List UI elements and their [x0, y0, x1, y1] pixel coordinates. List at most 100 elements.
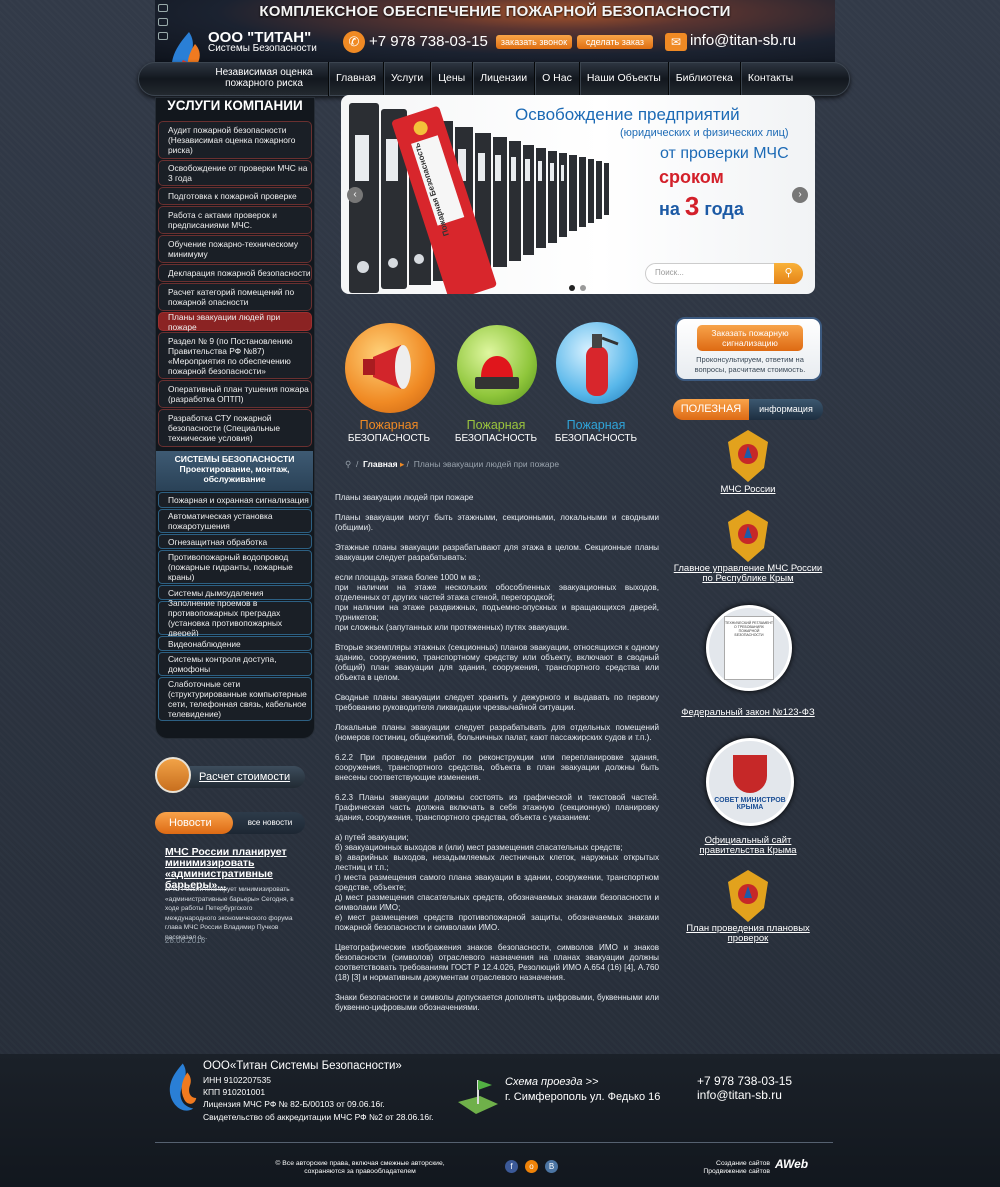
- article-paragraph: 6.2.3 Планы эвакуации должны состоять из…: [335, 793, 659, 822]
- footer-license: Лицензия МЧС РФ № 82-Б/00103 от 09.06.16…: [203, 1099, 385, 1109]
- nav-item-licenses[interactable]: Лицензии: [472, 62, 534, 96]
- sidebar-item-access-control[interactable]: Системы контроля доступа, домофоны: [158, 652, 312, 676]
- footer-developer: Создание сайтов Продвижение сайтов: [703, 1160, 770, 1175]
- nav-tagline[interactable]: Независимая оценка пожарного риска: [212, 67, 316, 89]
- slider-dot-active[interactable]: [569, 285, 575, 291]
- footer-address: г. Симферополь ул. Федько 16: [505, 1091, 661, 1103]
- article-paragraph: 6.2.2 При проведении работ по реконструк…: [335, 753, 659, 782]
- order-button[interactable]: сделать заказ: [577, 35, 653, 49]
- sidebar-heading: УСЛУГИ КОМПАНИИ: [167, 98, 303, 113]
- breadcrumb-home[interactable]: Главная: [363, 459, 398, 469]
- feature-title: Пожарная: [566, 418, 626, 432]
- footer-phone[interactable]: +7 978 738-03-15: [697, 1074, 792, 1088]
- phone-icon: ✆: [343, 31, 365, 53]
- email-icon: ✉: [665, 33, 687, 51]
- search-icon[interactable]: ⚲: [774, 263, 803, 284]
- link-mchs[interactable]: МЧС России: [673, 485, 823, 495]
- footer-directions-link[interactable]: Схема проезда >>: [505, 1076, 598, 1088]
- link-inspection-plan[interactable]: План проведения плановых проверок: [673, 924, 823, 944]
- link-mchs-crimea[interactable]: Главное управление МЧС России по Республ…: [673, 564, 823, 584]
- calc-cost-link[interactable]: Расчет стоимости: [185, 766, 305, 788]
- useful-label: ПОЛЕЗНАЯ: [673, 399, 749, 420]
- slider-prev-icon[interactable]: ‹: [347, 187, 363, 203]
- header-email[interactable]: info@titan-sb.ru: [690, 32, 796, 49]
- article-paragraph: Локальные планы эвакуации следует разраб…: [335, 723, 659, 742]
- footer: [0, 1054, 1000, 1187]
- sidebar-item-audit[interactable]: Аудит пожарной безопасности (Независимая…: [158, 121, 312, 159]
- article-paragraph: а) путей эвакуации; б) эвакуационных вых…: [335, 833, 659, 932]
- header-phone[interactable]: +7 978 738-03-15: [369, 33, 488, 50]
- article-paragraph: Знаки безопасности и символы допускается…: [335, 993, 659, 1012]
- sidebar-item-fireproofing[interactable]: Огнезащитная обработка: [158, 534, 312, 549]
- fire-law-book-icon[interactable]: ТЕХНИЧЕСКИЙ РЕГЛАМЕНТ О ТРЕБОВАНИЯХ ПОЖА…: [706, 605, 792, 691]
- feature-label-1[interactable]: Пожарная БЕЗОПАСНОСТЬ: [339, 419, 439, 445]
- sidebar-item-training[interactable]: Обучение пожарно-техническому минимуму: [158, 235, 312, 263]
- vk-icon[interactable]: В: [545, 1160, 558, 1173]
- sidebar-item-low-voltage[interactable]: Слаботочные сети (структурированные комп…: [158, 677, 312, 721]
- facebook-icon[interactable]: f: [505, 1160, 518, 1173]
- feature-subtitle: БЕЗОПАСНОСТЬ: [554, 433, 638, 444]
- breadcrumb-current: Планы эвакуации людей при пожаре: [413, 459, 560, 469]
- slider-headline-5: на 3 года: [659, 191, 744, 222]
- nav-item-library[interactable]: Библиотека: [667, 62, 740, 96]
- sidebar-item-categories[interactable]: Расчет категорий помещений по пожарной о…: [158, 283, 312, 311]
- sidebar-item-alarm[interactable]: Пожарная и охранная сигнализация: [158, 492, 312, 508]
- callback-button[interactable]: заказать звонок: [496, 35, 572, 49]
- nav-item-contacts[interactable]: Контакты: [739, 62, 800, 96]
- feature-subtitle: БЕЗОПАСНОСТЬ: [347, 433, 431, 444]
- calculator-icon[interactable]: [155, 757, 191, 793]
- link-crimea-government[interactable]: Официальный сайт правительства Крыма: [673, 836, 823, 856]
- sidebar-item-optp[interactable]: Оперативный план тушения пожара (разрабо…: [158, 380, 312, 408]
- alarm-siren-icon[interactable]: [345, 323, 435, 413]
- nav-item-home[interactable]: Главная: [328, 62, 383, 96]
- systems-heading[interactable]: СИСТЕМЫ БЕЗОПАСНОСТИ Проектирование, мон…: [156, 451, 313, 491]
- order-alarm-button[interactable]: Заказать пожарную сигнализацию: [697, 325, 803, 351]
- slider-headline-1: Освобождение предприятий: [515, 105, 740, 124]
- slider-number: 3: [684, 191, 700, 221]
- feature-label-2[interactable]: Пожарная БЕЗОПАСНОСТЬ: [446, 419, 546, 445]
- developer-logo[interactable]: AWeb: [775, 1157, 808, 1171]
- sidebar-item-cctv[interactable]: Видеонаблюдение: [158, 636, 312, 651]
- sidebar-item-stu[interactable]: Разработка СТУ пожарной безопасности (Сп…: [158, 409, 312, 447]
- mchs-emblem-icon[interactable]: [724, 428, 772, 484]
- mchs-crimea-emblem-icon[interactable]: [724, 508, 772, 564]
- beacon-icon[interactable]: [457, 325, 537, 405]
- nav-item-services[interactable]: Услуги: [382, 62, 430, 96]
- sidebar-item-section-9[interactable]: Раздел № 9 (по Постановлению Правительст…: [158, 332, 312, 379]
- footer-copyright: © Все авторские права, включая смежные а…: [275, 1160, 445, 1175]
- extinguisher-icon[interactable]: [556, 322, 638, 404]
- feature-label-3[interactable]: Пожарная БЕЗОПАСНОСТЬ: [546, 419, 646, 445]
- link-federal-law[interactable]: Федеральный закон №123-ФЗ: [673, 708, 823, 718]
- nav-item-about[interactable]: О Нас: [534, 62, 579, 96]
- odnoklassniki-icon[interactable]: о: [525, 1160, 538, 1173]
- article-paragraph: Цветографические изображения знаков безо…: [335, 943, 659, 982]
- map-flag-icon[interactable]: [456, 1076, 500, 1118]
- sidebar-item-declaration[interactable]: Декларация пожарной безопасности: [158, 264, 312, 282]
- article-content: Планы эвакуации людей при пожаре Планы э…: [335, 493, 659, 1023]
- sidebar-item-inspection-prep[interactable]: Подготовка к пожарной проверке: [158, 187, 312, 205]
- news-label: Новости: [155, 812, 233, 834]
- all-news-link[interactable]: все новости: [240, 812, 300, 834]
- sidebar-item-water-supply[interactable]: Противопожарный водопровод (пожарные гид…: [158, 550, 312, 584]
- article-paragraph: Планы эвакуации могут быть этажными, сек…: [335, 513, 659, 532]
- slider-headline-4: сроком: [659, 167, 724, 187]
- nav-item-objects[interactable]: Наши Объекты: [578, 62, 668, 96]
- feature-title: Пожарная: [359, 418, 419, 432]
- extinguisher-drawing: [586, 334, 619, 396]
- sidebar-item-exemption[interactable]: Освобождение от проверки МЧС на 3 года: [158, 160, 312, 186]
- footer-email[interactable]: info@titan-sb.ru: [697, 1088, 782, 1102]
- inspection-plan-emblem-icon[interactable]: [724, 868, 772, 924]
- sidebar-item-extinguishing[interactable]: Автоматическая установка пожаротушения: [158, 509, 312, 533]
- nav-item-prices[interactable]: Цены: [430, 62, 472, 96]
- sidebar-item-fire-doors[interactable]: Заполнение проемов в противопожарных пре…: [158, 598, 312, 638]
- footer-divider: [155, 1142, 833, 1143]
- home-icon[interactable]: [158, 4, 168, 12]
- sidebar-item-evacuation-plans[interactable]: Планы эвакуации людей при пожаре: [158, 312, 312, 332]
- mail-icon[interactable]: [158, 18, 168, 26]
- crimea-government-icon[interactable]: СОВЕТ МИНИСТРОВ КРЫМА: [706, 738, 794, 826]
- news-excerpt: МЧС России планирует минимизировать «адм…: [165, 886, 294, 941]
- slider-next-icon[interactable]: ›: [792, 187, 808, 203]
- sidebar-item-acts[interactable]: Работа с актами проверок и предписаниями…: [158, 206, 312, 234]
- footer-logo-icon[interactable]: [163, 1062, 201, 1116]
- slider-dot[interactable]: [580, 285, 586, 291]
